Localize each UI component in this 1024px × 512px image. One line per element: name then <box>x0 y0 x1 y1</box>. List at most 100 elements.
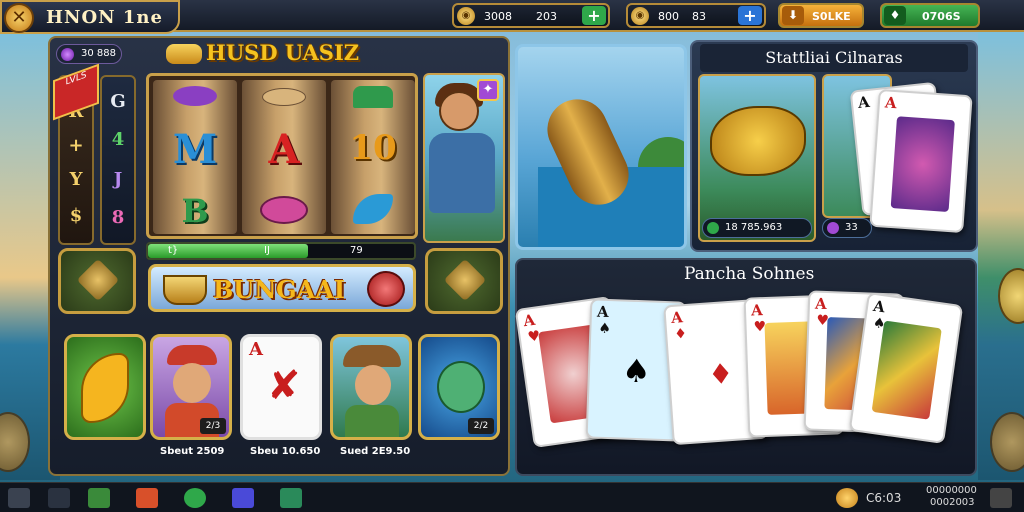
tile-caption: Sued 2E9.50 <box>340 446 411 457</box>
wrench-icon[interactable] <box>48 488 70 508</box>
banner-text: BUNGAAI <box>213 275 346 304</box>
card-rank: A <box>884 93 898 113</box>
right-symbol-column: G 4 J 8 <box>100 75 136 245</box>
side-right-symbol: J <box>113 169 123 190</box>
jester-card[interactable]: A <box>869 88 973 234</box>
crossed-tools-icon: ✕ <box>4 3 34 33</box>
reel-1-symbol: M <box>172 126 218 173</box>
resource-counter-1: ◉ 3008 203 + <box>452 3 610 28</box>
coin-icon: ◉ <box>457 7 475 25</box>
resource-2-value: 83 <box>692 10 706 23</box>
playing-card[interactable]: A ♠ <box>848 292 964 444</box>
stat-pill-2: 33 <box>822 218 872 238</box>
progress-right-label: 79 <box>350 245 363 256</box>
golden-fish-icon <box>710 106 806 176</box>
purple-fish-icon <box>173 86 217 106</box>
taskbar: C6:03 00000000 0002003 <box>0 482 1024 512</box>
add-resource-2-button[interactable]: + <box>738 6 762 25</box>
bone-icon <box>166 44 202 64</box>
pin-icon[interactable]: ✦ <box>477 79 499 101</box>
coin-icon: ◉ <box>631 7 649 25</box>
spreadsheet-icon[interactable] <box>88 488 110 508</box>
purple-gem-icon <box>61 48 74 61</box>
reel-2-symbol: A <box>268 126 300 173</box>
cowgirl-tile[interactable]: 2/3 <box>150 334 232 440</box>
golden-fish-card[interactable] <box>698 74 816 242</box>
turtle-tile[interactable]: 2/2 <box>418 334 500 440</box>
green-dot-icon <box>707 222 719 234</box>
green-reward-pill[interactable]: ♦ 0706S <box>880 3 980 28</box>
game-launcher-icon[interactable] <box>184 488 206 508</box>
ace-tile[interactable]: A ✘ <box>240 334 322 440</box>
stats-panel-title: Stattliai Cilnaras <box>700 44 968 72</box>
face-icon <box>355 365 391 405</box>
side-right-symbol: G <box>110 91 126 112</box>
cards-panel-title: Pancha Sohnes <box>684 264 815 284</box>
reel-1: M B <box>153 80 237 234</box>
home-icon[interactable] <box>8 488 30 508</box>
side-left-symbol: $ <box>69 205 83 226</box>
slot-reels[interactable]: M B A 10 <box>146 73 418 239</box>
tile-tag: 2/2 <box>468 418 494 434</box>
card-rank: A <box>872 296 887 317</box>
add-resource-1-button[interactable]: + <box>582 6 606 25</box>
resource-1-label: 3008 <box>484 10 512 23</box>
card-rank: A <box>522 310 537 331</box>
document-icon[interactable] <box>136 488 158 508</box>
bonus-banner[interactable]: BUNGAAI <box>148 264 416 312</box>
gem-icon: ♦ <box>884 6 906 25</box>
red-flower-icon <box>367 271 405 307</box>
bonus-value: 30 888 <box>81 48 116 59</box>
hero-character-card[interactable]: ✦ <box>423 73 505 243</box>
ace-rank: A <box>249 339 263 360</box>
diamond-pip-icon: ♦ <box>707 356 735 392</box>
card-rank: A <box>750 301 763 320</box>
side-left-symbol: + <box>68 135 84 156</box>
banana-tile[interactable] <box>64 334 146 440</box>
purple-dot-icon <box>827 222 839 234</box>
notification-icon[interactable] <box>990 488 1012 508</box>
scroll-icon <box>262 88 306 106</box>
resource-1-value: 203 <box>536 10 557 23</box>
stat-2-value: 33 <box>845 222 858 233</box>
game-logo[interactable]: ✕ HNON 1ne <box>0 0 180 34</box>
date-line-1: 00000000 <box>926 485 977 496</box>
hero-head <box>439 91 479 131</box>
island-icon <box>638 137 684 167</box>
spin-progress-bar: t} IJ 79 <box>146 242 416 260</box>
orange-reward-pill[interactable]: ⬇ S0LKE <box>778 3 864 28</box>
tile-tag: 2/3 <box>200 418 226 434</box>
pink-bag-icon <box>260 196 308 224</box>
shirt-icon <box>345 405 399 437</box>
reel-1-low-symbol: B <box>181 192 209 230</box>
tile-caption: Sbeut 2509 <box>160 446 225 457</box>
banana-icon <box>81 353 129 423</box>
card-suit-icon: ♦ <box>673 325 688 343</box>
slot-title: HUSD UASIZ <box>206 40 360 65</box>
coin-tray-icon[interactable] <box>836 488 858 508</box>
card-rank: A <box>857 92 871 112</box>
bonus-counter: 30 888 <box>56 44 122 64</box>
right-ornate-button[interactable] <box>425 248 503 314</box>
side-left-symbol: Y <box>69 169 83 190</box>
green-hat-icon <box>353 86 393 108</box>
store-icon[interactable] <box>280 488 302 508</box>
reel-3: 10 <box>331 80 415 234</box>
hat-icon <box>343 345 401 367</box>
side-right-symbol: 8 <box>111 207 125 228</box>
left-ornate-button[interactable] <box>58 248 136 314</box>
resource-counter-2: ◉ 800 83 + <box>626 3 766 28</box>
card-rank: A <box>814 294 827 314</box>
explorer-tile[interactable] <box>330 334 412 440</box>
arrow-down-icon: ⬇ <box>782 6 804 25</box>
card-rank: A <box>670 308 684 327</box>
fishing-scene-card[interactable] <box>515 44 687 250</box>
reel-3-symbol: 10 <box>349 128 397 168</box>
orange-pill-label: S0LKE <box>812 10 851 23</box>
side-right-symbol: 4 <box>111 129 125 150</box>
green-pill-label: 0706S <box>922 10 961 23</box>
jester-art <box>890 116 955 213</box>
puzzle-icon[interactable] <box>232 488 254 508</box>
hat-icon <box>167 345 217 365</box>
card-art <box>871 320 942 420</box>
